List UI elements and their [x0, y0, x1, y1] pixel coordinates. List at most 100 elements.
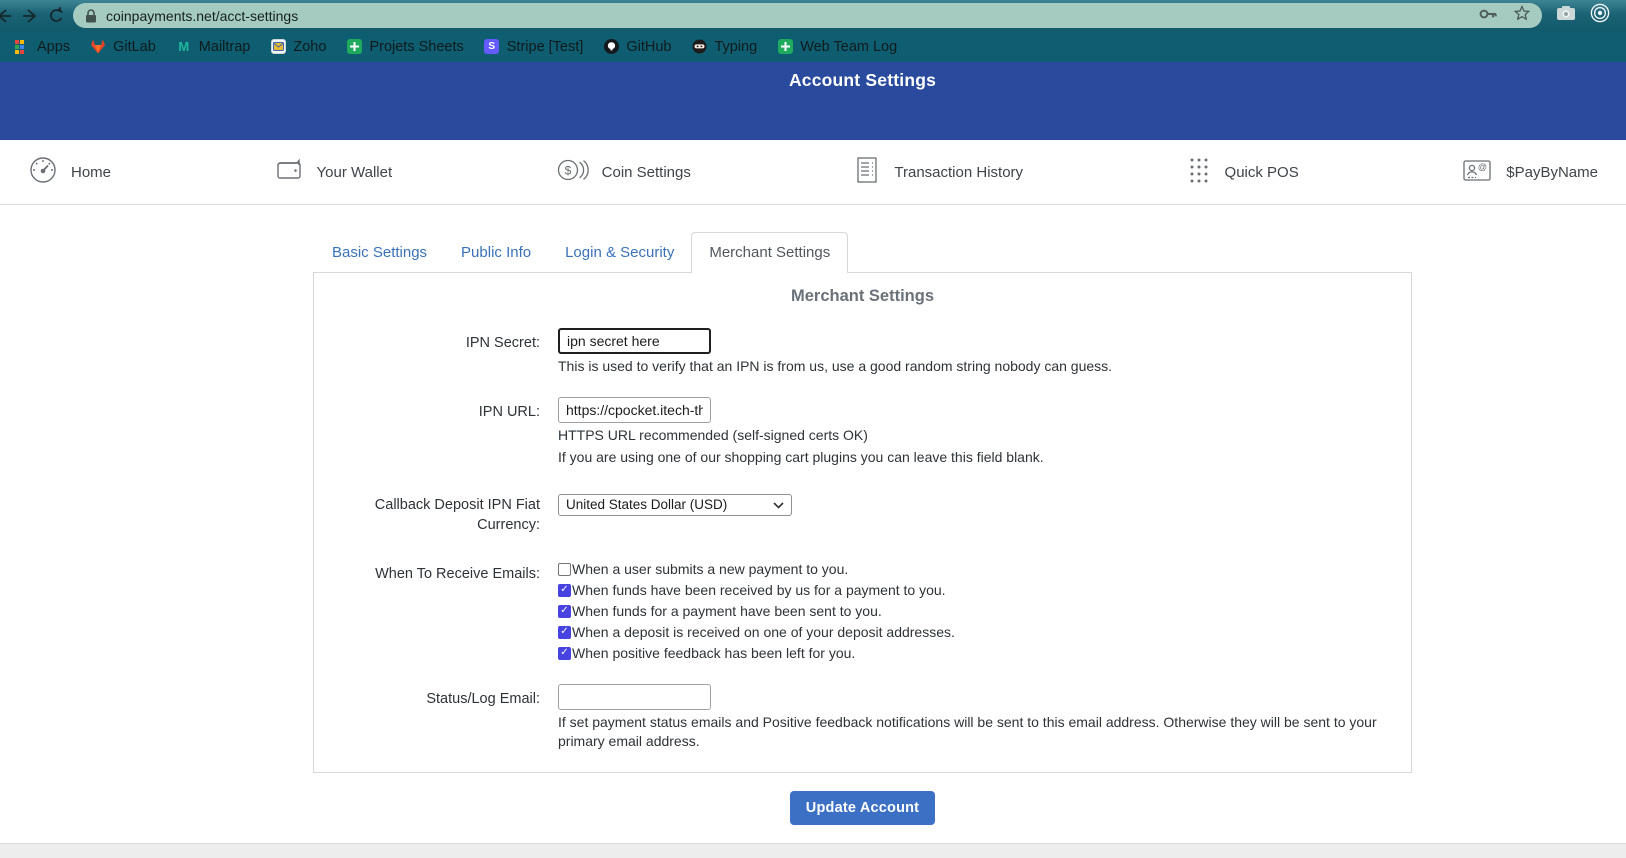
- currency-label: Callback Deposit IPN Fiat Currency:: [328, 490, 540, 535]
- ipn-url-input[interactable]: [558, 397, 711, 423]
- bookmark-item[interactable]: GitLab: [82, 36, 164, 58]
- apps-grid-icon: [14, 39, 30, 55]
- gitlab-fox-icon: [90, 39, 106, 55]
- ipn-url-help-2: If you are using one of our shopping car…: [558, 448, 1383, 468]
- nav-item-quick-pos[interactable]: Quick POS: [1186, 155, 1299, 190]
- tab-merchant-settings[interactable]: Merchant Settings: [691, 232, 848, 273]
- typing-ninja-icon: [691, 39, 707, 55]
- form-actions: Update Account: [313, 791, 1412, 825]
- email-option[interactable]: ✓ When funds have been received by us fo…: [558, 580, 1383, 601]
- bookmark-label: Projets Sheets: [369, 39, 463, 55]
- site-header: Account Settings: [0, 62, 1626, 140]
- email-option-label: When positive feedback has been left for…: [572, 645, 855, 661]
- emails-row: When To Receive Emails: When a user subm…: [328, 559, 1397, 664]
- nav-item-coin-settings[interactable]: $ Coin Settings: [555, 155, 691, 190]
- merchant-settings-panel: Merchant Settings IPN Secret: This is us…: [313, 272, 1412, 773]
- main-content: Basic SettingsPublic InfoLogin & Securit…: [313, 232, 1412, 825]
- ipn-secret-help: This is used to verify that an IPN is fr…: [558, 357, 1383, 377]
- bookmark-label: GitHub: [626, 39, 671, 55]
- nav-item-label: Your Wallet: [317, 164, 393, 181]
- tab-basic-settings[interactable]: Basic Settings: [315, 233, 444, 272]
- checkbox[interactable]: ✓: [558, 626, 571, 639]
- email-option-label: When a user submits a new payment to you…: [572, 561, 848, 577]
- bookmark-star-icon[interactable]: [1514, 5, 1530, 26]
- status-email-input[interactable]: [558, 684, 711, 710]
- url-text[interactable]: coinpayments.net/acct-settings: [106, 8, 1479, 24]
- coins-icon: $: [555, 155, 589, 190]
- nav-item-label: Quick POS: [1225, 164, 1299, 181]
- keypad-icon: [1186, 155, 1212, 190]
- tab-login-security[interactable]: Login & Security: [548, 233, 691, 272]
- bookmark-label: GitLab: [113, 39, 156, 55]
- bookmark-label: Web Team Log: [800, 39, 897, 55]
- svg-text:@: @: [1478, 162, 1487, 172]
- email-options-list: When a user submits a new payment to you…: [558, 559, 1397, 664]
- zoho-envelope-icon: [270, 39, 286, 55]
- currency-selected-value: United States Dollar (USD): [566, 497, 773, 512]
- checkbox[interactable]: ✓: [558, 605, 571, 618]
- ipn-url-help-1: HTTPS URL recommended (self-signed certs…: [558, 426, 1383, 446]
- email-option[interactable]: ✓ When positive feedback has been left f…: [558, 643, 1383, 664]
- password-key-icon[interactable]: [1479, 7, 1498, 25]
- bookmark-label: Typing: [714, 39, 757, 55]
- checkbox[interactable]: [558, 563, 571, 576]
- record-menu-icon[interactable]: [1590, 3, 1610, 28]
- bookmark-label: Stripe [Test]: [507, 39, 584, 55]
- bookmark-label: Mailtrap: [199, 39, 251, 55]
- ipn-secret-row: IPN Secret: This is used to verify that …: [328, 328, 1397, 377]
- bookmarks-bar: Apps GitLab M Mailtrap Zoho Projets Shee…: [0, 31, 1626, 62]
- site-nav: Home Your Wallet $ Coin Settings Transac…: [0, 140, 1626, 205]
- nav-item-label: Transaction History: [894, 164, 1023, 181]
- bookmark-label: Apps: [37, 39, 70, 55]
- bookmark-label: Zoho: [293, 39, 326, 55]
- wallet-icon: [274, 155, 304, 190]
- bookmark-item[interactable]: Zoho: [262, 36, 334, 58]
- nav-item-your-wallet[interactable]: Your Wallet: [274, 155, 393, 190]
- tab-public-info[interactable]: Public Info: [444, 233, 548, 272]
- checkbox[interactable]: ✓: [558, 647, 571, 660]
- bookmark-item[interactable]: Web Team Log: [769, 36, 905, 58]
- nav-item-label: Coin Settings: [602, 164, 691, 181]
- bookmark-item[interactable]: GitHub: [595, 36, 679, 58]
- nav-item-label: Home: [71, 164, 111, 181]
- email-option[interactable]: When a user submits a new payment to you…: [558, 559, 1383, 580]
- back-button[interactable]: [0, 3, 17, 29]
- currency-row: Callback Deposit IPN Fiat Currency: Unit…: [328, 490, 1397, 535]
- mailtrap-m-icon: M: [176, 39, 192, 55]
- page-title: Account Settings: [313, 62, 1412, 91]
- update-account-button[interactable]: Update Account: [790, 791, 935, 825]
- ipn-secret-label: IPN Secret:: [328, 328, 540, 377]
- github-octocat-icon: [603, 39, 619, 55]
- ipn-secret-input[interactable]: [558, 328, 711, 354]
- page-footer: [0, 843, 1626, 858]
- nav-item-home[interactable]: Home: [28, 155, 111, 190]
- status-email-row: Status/Log Email: If set payment status …: [328, 684, 1397, 752]
- sheets-green-icon: [777, 39, 793, 55]
- nav-item--paybyname[interactable]: @ $PayByName: [1461, 155, 1598, 190]
- ipn-url-row: IPN URL: HTTPS URL recommended (self-sig…: [328, 397, 1397, 468]
- address-bar[interactable]: coinpayments.net/acct-settings: [73, 3, 1542, 28]
- bookmark-item[interactable]: Apps: [6, 36, 78, 58]
- emails-label: When To Receive Emails:: [328, 559, 540, 664]
- bookmark-item[interactable]: Typing: [683, 36, 765, 58]
- browser-toolbar: coinpayments.net/acct-settings: [0, 0, 1626, 31]
- checkbox[interactable]: ✓: [558, 584, 571, 597]
- receipt-icon: [853, 155, 881, 190]
- settings-tabs: Basic SettingsPublic InfoLogin & Securit…: [313, 232, 1412, 272]
- camera-extension-icon[interactable]: [1556, 5, 1576, 26]
- stripe-s-icon: S: [484, 39, 500, 55]
- bookmark-item[interactable]: S Stripe [Test]: [476, 36, 592, 58]
- nav-item-transaction-history[interactable]: Transaction History: [853, 155, 1023, 190]
- email-option[interactable]: ✓ When a deposit is received on one of y…: [558, 622, 1383, 643]
- bookmark-item[interactable]: Projets Sheets: [338, 36, 471, 58]
- email-option[interactable]: ✓ When funds for a payment have been sen…: [558, 601, 1383, 622]
- bookmark-item[interactable]: M Mailtrap: [168, 36, 259, 58]
- svg-text:$: $: [564, 163, 571, 177]
- panel-title: Merchant Settings: [328, 287, 1397, 306]
- forward-button[interactable]: [17, 3, 43, 29]
- email-option-label: When funds have been received by us for …: [572, 582, 946, 598]
- reload-button[interactable]: [43, 3, 69, 29]
- currency-select[interactable]: United States Dollar (USD): [558, 494, 792, 516]
- merchant-settings-form: IPN Secret: This is used to verify that …: [328, 328, 1397, 752]
- sheets-green-icon: [346, 39, 362, 55]
